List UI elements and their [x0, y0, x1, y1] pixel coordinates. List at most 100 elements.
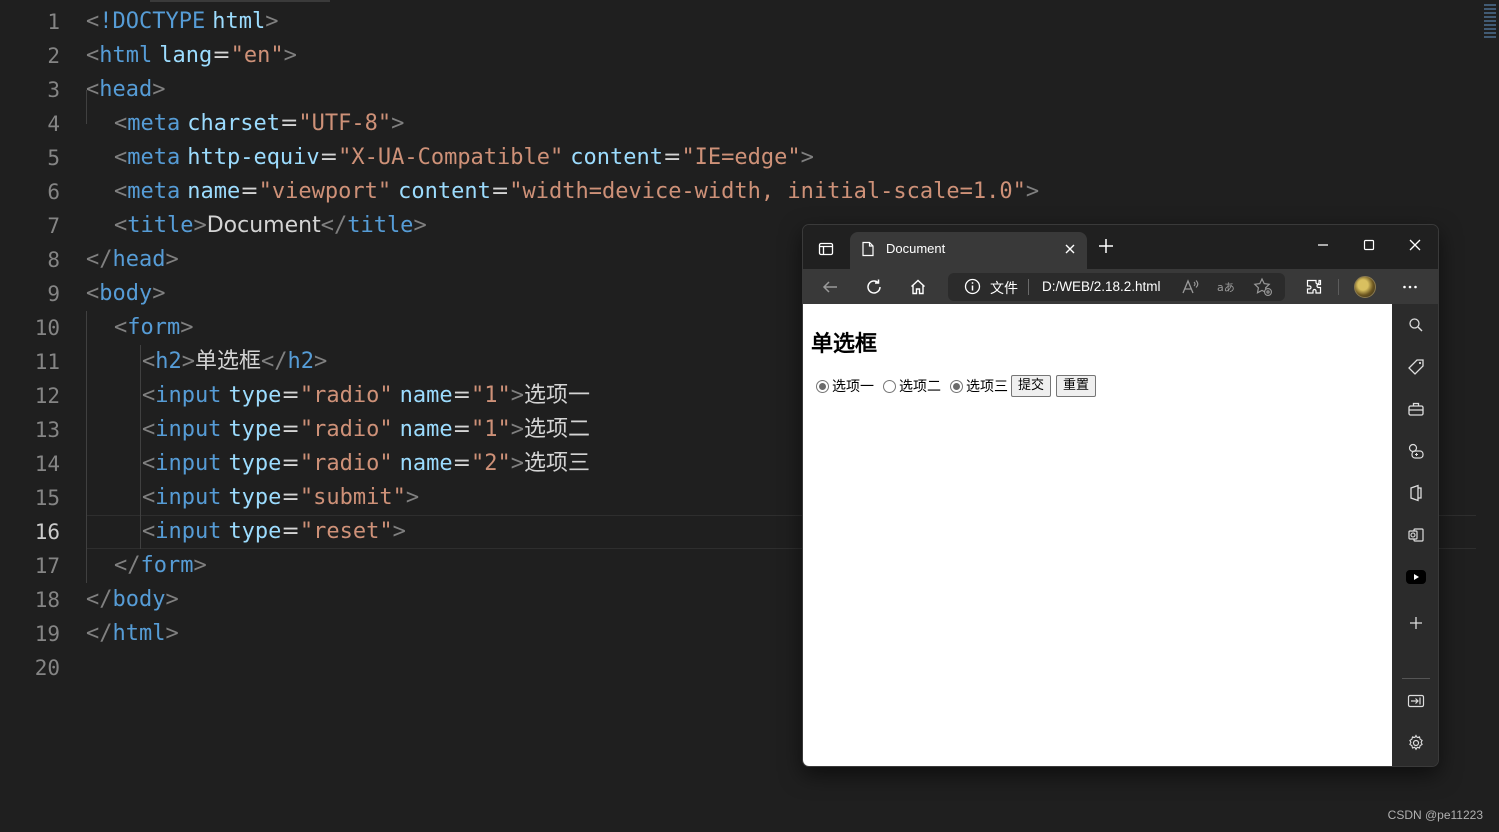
- code-token: =: [663, 145, 682, 170]
- code-line[interactable]: <html lang="en">: [86, 39, 1499, 73]
- code-token: "viewport": [258, 179, 392, 204]
- browser-toolbar: 文件 D:/WEB/2.18.2.html aあ: [803, 269, 1438, 304]
- code-token: "en": [230, 43, 284, 68]
- line-number: 12: [34, 384, 60, 408]
- browser-window[interactable]: Document 文件 D:/WEB/2.18.2.html aあ 单选框 选项…: [802, 224, 1439, 767]
- line-number: 9: [47, 282, 60, 306]
- line-number: 18: [34, 588, 60, 612]
- code-token: <: [113, 179, 128, 204]
- close-tab-icon[interactable]: [1063, 242, 1077, 256]
- more-options-icon[interactable]: [1399, 276, 1421, 298]
- read-aloud-icon[interactable]: [1179, 276, 1201, 298]
- code-token: content: [398, 179, 491, 204]
- youtube-icon[interactable]: [1405, 566, 1427, 588]
- refresh-icon[interactable]: [863, 276, 885, 298]
- info-icon[interactable]: [964, 278, 981, 295]
- search-icon[interactable]: [1405, 314, 1427, 336]
- code-token: type: [228, 519, 282, 544]
- code-line[interactable]: <head>: [86, 73, 1499, 107]
- code-token: meta: [127, 179, 181, 204]
- radio-option-3[interactable]: [950, 379, 963, 393]
- reset-button[interactable]: 重置: [1056, 375, 1097, 397]
- page-viewport: 单选框 选项一 选项二 选项三 提交 重置: [803, 304, 1392, 766]
- close-window-icon[interactable]: [1403, 235, 1427, 255]
- translate-icon[interactable]: aあ: [1215, 276, 1237, 298]
- code-token: =: [240, 179, 259, 204]
- code-token: charset: [187, 111, 280, 136]
- add-favorite-icon[interactable]: [1252, 276, 1274, 298]
- maximize-icon[interactable]: [1357, 235, 1381, 255]
- back-arrow-icon[interactable]: [819, 276, 841, 298]
- code-token: input: [155, 383, 222, 408]
- outlook-icon[interactable]: [1405, 524, 1427, 546]
- code-token: <: [86, 9, 100, 34]
- code-token: "reset": [299, 519, 393, 544]
- code-token: input: [155, 519, 222, 544]
- radio-label-1: 选项一: [832, 379, 874, 395]
- code-token: =: [490, 179, 510, 204]
- code-token: =: [281, 417, 300, 442]
- line-number: 8: [47, 248, 60, 272]
- radio-label-3: 选项三: [966, 379, 1008, 395]
- code-token: <: [86, 43, 100, 68]
- code-token: <: [141, 349, 156, 374]
- code-token: <: [141, 451, 156, 476]
- code-token: body: [112, 587, 166, 612]
- tab-actions-icon[interactable]: [815, 238, 837, 260]
- tab-document[interactable]: Document: [850, 232, 1087, 269]
- line-number: 7: [47, 214, 60, 238]
- code-token: <: [113, 145, 128, 170]
- code-token: =: [212, 43, 231, 68]
- line-number: 20: [34, 656, 60, 680]
- submit-button[interactable]: 提交: [1011, 375, 1052, 397]
- line-number: 1: [47, 10, 60, 34]
- line-number: 4: [47, 112, 60, 136]
- minimize-icon[interactable]: [1311, 235, 1335, 255]
- hide-sidebar-icon[interactable]: [1405, 690, 1427, 712]
- code-token: h2: [287, 349, 314, 374]
- code-token: <: [113, 213, 128, 238]
- code-token: >: [510, 451, 524, 476]
- code-line[interactable]: <meta name="viewport" content="width=dev…: [86, 175, 1499, 209]
- code-token: >: [181, 349, 195, 374]
- games-icon[interactable]: [1405, 440, 1427, 462]
- radio-option-1[interactable]: [816, 379, 829, 393]
- svg-text:aあ: aあ: [1217, 281, 1235, 294]
- code-token: 单选框: [194, 349, 261, 374]
- add-icon[interactable]: [1405, 612, 1427, 634]
- code-line[interactable]: <meta charset="UTF-8">: [86, 107, 1499, 141]
- code-token: =: [281, 383, 300, 408]
- code-token: <: [141, 383, 156, 408]
- radio-option-2[interactable]: [883, 379, 896, 393]
- code-token: h2: [155, 349, 182, 374]
- code-token: type: [228, 383, 282, 408]
- code-token: </: [86, 621, 113, 646]
- code-token: >: [152, 77, 166, 102]
- tools-icon[interactable]: [1405, 398, 1427, 420]
- code-token: >: [193, 213, 207, 238]
- line-number-gutter[interactable]: 1 2 3 4 5 6 7 8 9 10 11 12 13 14 15 16 17 18 19 20: [0, 5, 70, 685]
- new-tab-icon[interactable]: [1097, 237, 1115, 255]
- radio-form: 选项一 选项二 选项三 提交 重置: [815, 375, 1101, 397]
- code-token: </: [86, 587, 113, 612]
- code-token: <: [113, 111, 128, 136]
- watermark: CSDN @pe11223: [1387, 808, 1483, 822]
- settings-gear-icon[interactable]: [1405, 732, 1427, 754]
- extensions-icon[interactable]: [1303, 276, 1325, 298]
- home-icon[interactable]: [907, 276, 929, 298]
- code-line[interactable]: <!DOCTYPE html>: [86, 5, 1499, 39]
- shopping-tag-icon[interactable]: [1405, 356, 1427, 378]
- profile-avatar[interactable]: [1354, 276, 1376, 298]
- address-url[interactable]: D:/WEB/2.18.2.html: [1042, 279, 1161, 294]
- office-icon[interactable]: [1405, 482, 1427, 504]
- code-line[interactable]: <meta http-equiv="X-UA-Compatible" conte…: [86, 141, 1499, 175]
- code-token: >: [193, 553, 207, 578]
